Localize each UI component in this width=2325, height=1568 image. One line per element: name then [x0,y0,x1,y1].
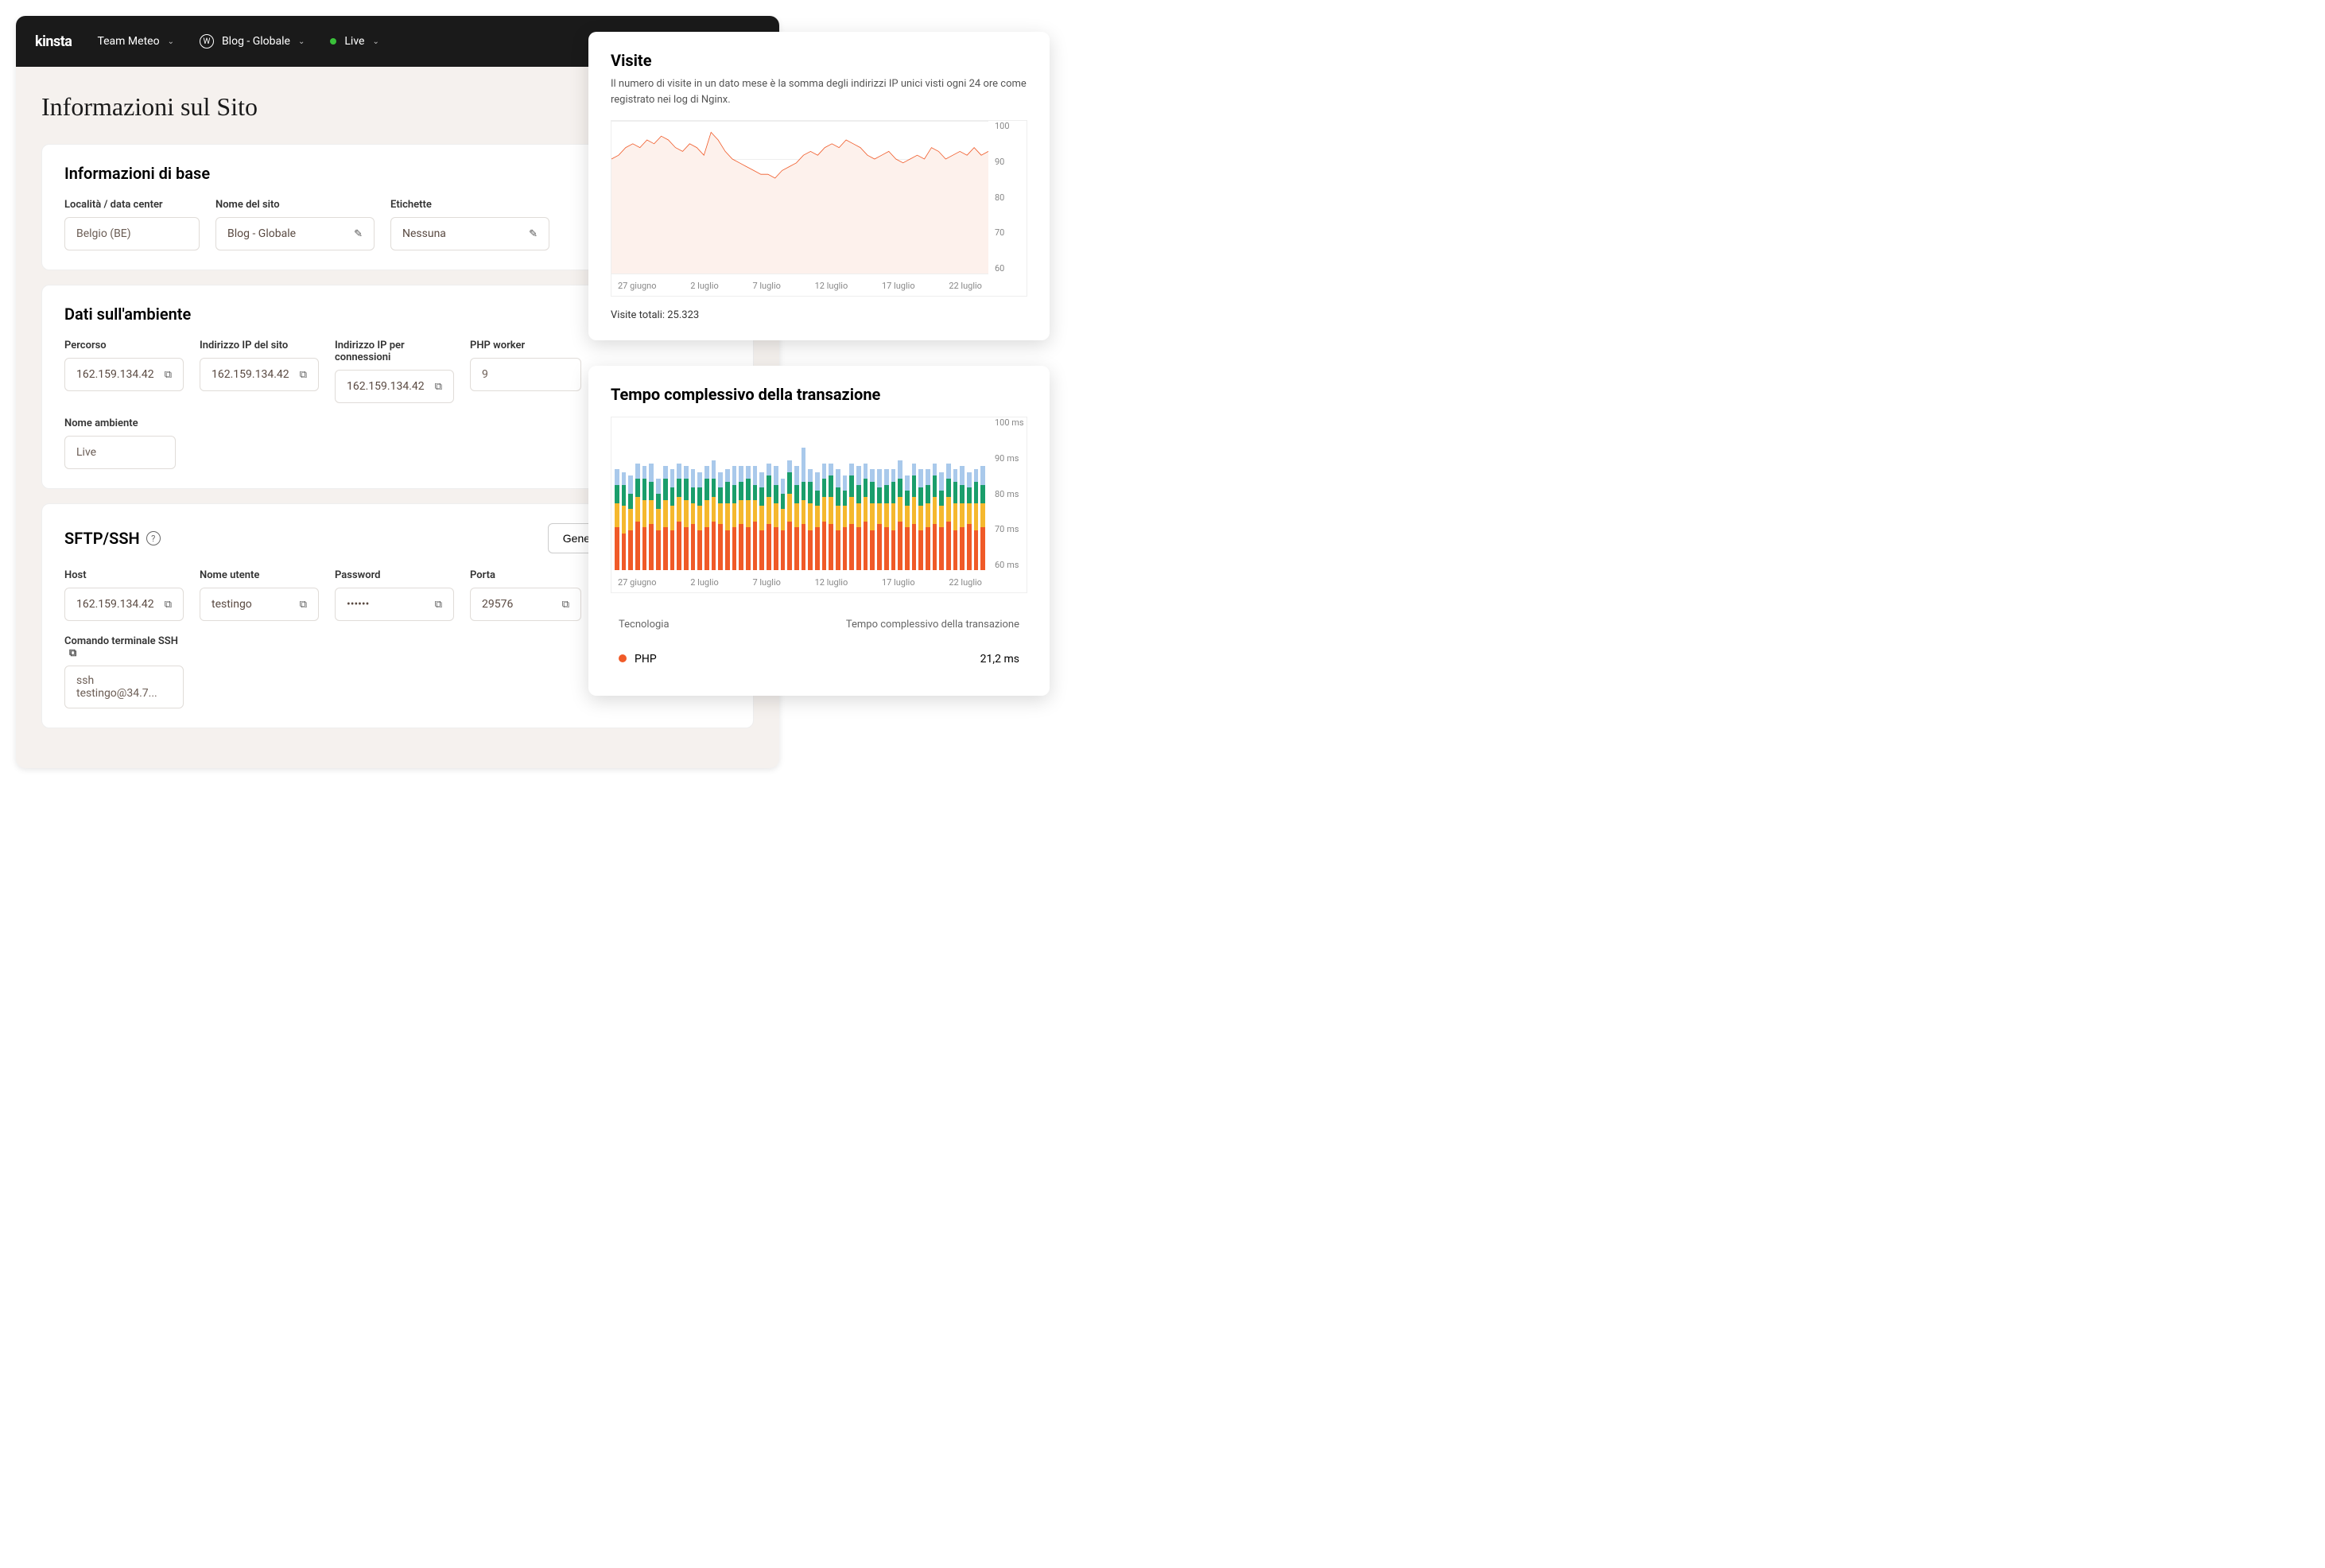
copy-icon[interactable]: ⧉ [435,381,442,393]
chevron-down-icon: ⌄ [168,37,174,46]
help-icon[interactable]: ? [146,531,161,545]
copy-icon[interactable]: ⧉ [165,599,172,611]
php-value: 21,2 ms [980,653,1019,666]
envname-label: Nome ambiente [64,417,176,429]
status-dot-icon [330,38,336,45]
visits-total: Visite totali: 25.323 [611,309,1027,321]
env-dropdown[interactable]: Live ⌄ [330,35,378,48]
sitename-field[interactable]: Blog - Globale✎ [215,217,375,250]
user-label: Nome utente [200,569,319,581]
user-field[interactable]: testingo⧉ [200,588,319,621]
php-label: PHP worker [470,340,581,351]
chevron-down-icon: ⌄ [372,37,378,46]
ip-label: Indirizzo IP del sito [200,340,319,351]
ssh-label: Comando terminale SSH ⧉ [64,635,184,659]
copy-icon[interactable]: ⧉ [69,647,76,659]
pass-label: Password [335,569,454,581]
conn-field[interactable]: 162.159.134.42⧉ [335,370,454,403]
wordpress-icon: W [200,34,214,49]
copy-icon[interactable]: ⧉ [435,599,442,611]
site-dropdown[interactable]: W Blog - Globale ⌄ [200,34,305,49]
copy-icon[interactable]: ⧉ [165,369,172,381]
tech-header: Tecnologia [619,619,670,631]
sitename-label: Nome del sito [215,199,375,211]
copy-icon[interactable]: ⧉ [300,599,307,611]
port-field[interactable]: 29576⧉ [470,588,581,621]
team-label: Team Meteo [97,35,159,48]
host-field[interactable]: 162.159.134.42⧉ [64,588,184,621]
envname-field: Live [64,436,176,469]
logo: kinsta [35,33,72,50]
visits-card: Visite Il numero di visite in un dato me… [588,32,1050,340]
port-label: Porta [470,569,581,581]
host-label: Host [64,569,184,581]
ip-field[interactable]: 162.159.134.42⧉ [200,358,319,391]
env-label: Live [344,35,364,48]
card-title: SFTP/SSH [64,529,140,548]
chevron-down-icon: ⌄ [298,37,305,46]
site-label: Blog - Globale [222,35,290,48]
team-dropdown[interactable]: Team Meteo ⌄ [97,35,174,48]
php-field: 9 [470,358,581,391]
copy-icon[interactable]: ⧉ [300,369,307,381]
visits-title: Visite [611,51,1027,70]
conn-label: Indirizzo IP per connessioni [335,340,454,363]
copy-icon[interactable]: ⧉ [562,599,569,611]
visits-desc: Il numero di visite in un dato mese è la… [611,76,1027,107]
table-row: PHP 21,2 ms [611,642,1027,677]
edit-icon[interactable]: ✎ [354,228,363,240]
labels-label: Etichette [390,199,549,211]
visits-chart: 27 giugno2 luglio7 luglio12 luglio17 lug… [611,120,1027,297]
time-header: Tempo complessivo della transazione [846,619,1019,631]
trans-table: Tecnologia Tempo complessivo della trans… [611,607,1027,677]
trans-title: Tempo complessivo della transazione [611,385,1027,404]
transaction-card: Tempo complessivo della transazione 27 g… [588,366,1050,696]
path-label: Percorso [64,340,184,351]
dot-icon [619,654,627,662]
location-field: Belgio (BE) [64,217,200,250]
ssh-field: ssh testingo@34.7... [64,666,184,708]
pass-field[interactable]: ••••••⧉ [335,588,454,621]
php-label: PHP [635,653,657,666]
edit-icon[interactable]: ✎ [529,228,538,240]
trans-chart: 27 giugno2 luglio7 luglio12 luglio17 lug… [611,417,1027,593]
labels-field[interactable]: Nessuna✎ [390,217,549,250]
location-label: Località / data center [64,199,200,211]
path-field[interactable]: 162.159.134.42⧉ [64,358,184,391]
